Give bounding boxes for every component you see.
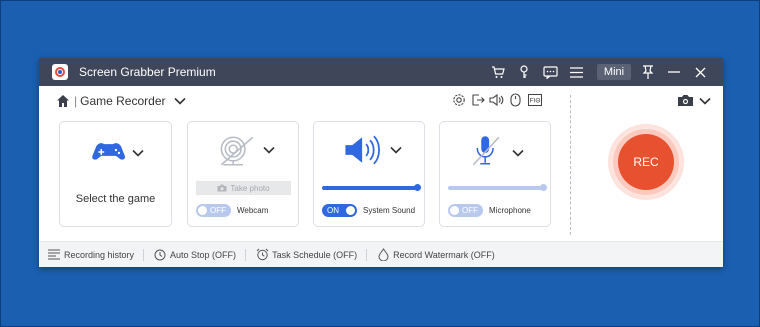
auto-stop-button[interactable]: Auto Stop (OFF) (153, 242, 236, 268)
sound-toggle-row: ON System Sound (322, 204, 415, 217)
screenshot-dropdown[interactable] (677, 94, 711, 107)
camera-icon[interactable] (677, 94, 694, 107)
close-icon[interactable] (687, 58, 713, 86)
cart-icon[interactable] (485, 58, 511, 86)
camera-icon (217, 184, 227, 192)
chevron-down-icon[interactable] (390, 146, 402, 154)
chat-icon[interactable] (537, 58, 563, 86)
footer-divider (366, 248, 368, 261)
home-icon[interactable] (56, 94, 70, 108)
volume-icon[interactable] (487, 92, 506, 108)
pin-icon[interactable] (635, 58, 661, 86)
key-icon[interactable] (511, 58, 537, 86)
recording-tools: FIΘ (449, 92, 544, 108)
auto-stop-label: Auto Stop (OFF) (170, 249, 237, 260)
recording-history-button[interactable]: Recording history (47, 242, 134, 268)
footer-bar: Recording history Auto Stop (OFF) Task S… (39, 241, 723, 267)
chevron-down-icon[interactable] (173, 97, 186, 105)
webcam-toggle-row: OFF Webcam (196, 204, 268, 217)
task-schedule-button[interactable]: Task Schedule (OFF) (255, 242, 357, 268)
microphone-label: Microphone (489, 206, 531, 215)
task-schedule-label: Task Schedule (OFF) (272, 249, 358, 260)
fps-icon[interactable]: FIΘ (525, 92, 544, 108)
system-sound-volume-slider[interactable] (322, 184, 421, 191)
microphone-card: OFF Microphone (439, 121, 551, 227)
microphone-volume-slider[interactable] (448, 184, 547, 191)
footer-divider (245, 248, 247, 261)
minimize-icon[interactable] (661, 58, 687, 86)
microphone-toggle[interactable]: OFF (448, 204, 483, 217)
chevron-down-icon[interactable] (512, 149, 524, 157)
mic-toggle-row: OFF Microphone (448, 204, 531, 217)
record-watermark-label: Record Watermark (OFF) (393, 249, 495, 260)
clock-icon (153, 248, 167, 262)
list-icon (47, 248, 61, 262)
settings-icon[interactable] (449, 92, 468, 108)
divider (570, 95, 571, 235)
app-window: Screen Grabber Premium Mini | Game Recor… (39, 58, 723, 267)
rec-button-halo: REC (608, 124, 684, 200)
chevron-down-icon[interactable] (132, 149, 144, 157)
export-icon[interactable] (468, 92, 487, 108)
system-sound-toggle[interactable]: ON (322, 204, 357, 217)
chevron-down-icon[interactable] (699, 97, 711, 105)
app-title: Screen Grabber Premium (79, 65, 216, 79)
gamepad-icon (92, 143, 126, 160)
alarm-clock-icon (255, 248, 269, 262)
menu-icon[interactable] (563, 58, 589, 86)
mode-selector[interactable]: | Game Recorder (56, 93, 186, 109)
webcam-off-icon (220, 136, 254, 166)
mini-button[interactable]: Mini (597, 64, 631, 80)
system-sound-card: ON System Sound (313, 121, 425, 227)
select-game-label: Select the game (75, 193, 156, 205)
record-watermark-button[interactable]: Record Watermark (OFF) (376, 242, 495, 268)
speaker-icon (345, 135, 380, 165)
webcam-label: Webcam (237, 206, 269, 215)
rec-button-ring: REC (613, 129, 679, 195)
chevron-down-icon[interactable] (263, 146, 275, 154)
recording-history-label: Recording history (64, 249, 135, 260)
mouse-icon[interactable] (506, 92, 525, 108)
droplet-icon (376, 248, 390, 262)
microphone-off-icon (472, 136, 500, 166)
take-photo-button[interactable]: Take photo (196, 181, 291, 195)
slider-handle[interactable] (414, 184, 421, 191)
title-bar: Screen Grabber Premium Mini (39, 58, 723, 86)
game-card[interactable]: Select the game (59, 121, 172, 227)
webcam-card: Take photo OFF Webcam (187, 121, 299, 227)
footer-divider (143, 248, 145, 261)
webcam-toggle[interactable]: OFF (196, 204, 231, 217)
system-sound-label: System Sound (363, 206, 416, 215)
mode-label: | Game Recorder (74, 94, 166, 108)
app-logo-icon (52, 64, 68, 80)
svg-text:FIΘ: FIΘ (529, 98, 540, 105)
rec-button[interactable]: REC (618, 134, 674, 190)
slider-handle[interactable] (540, 184, 547, 191)
